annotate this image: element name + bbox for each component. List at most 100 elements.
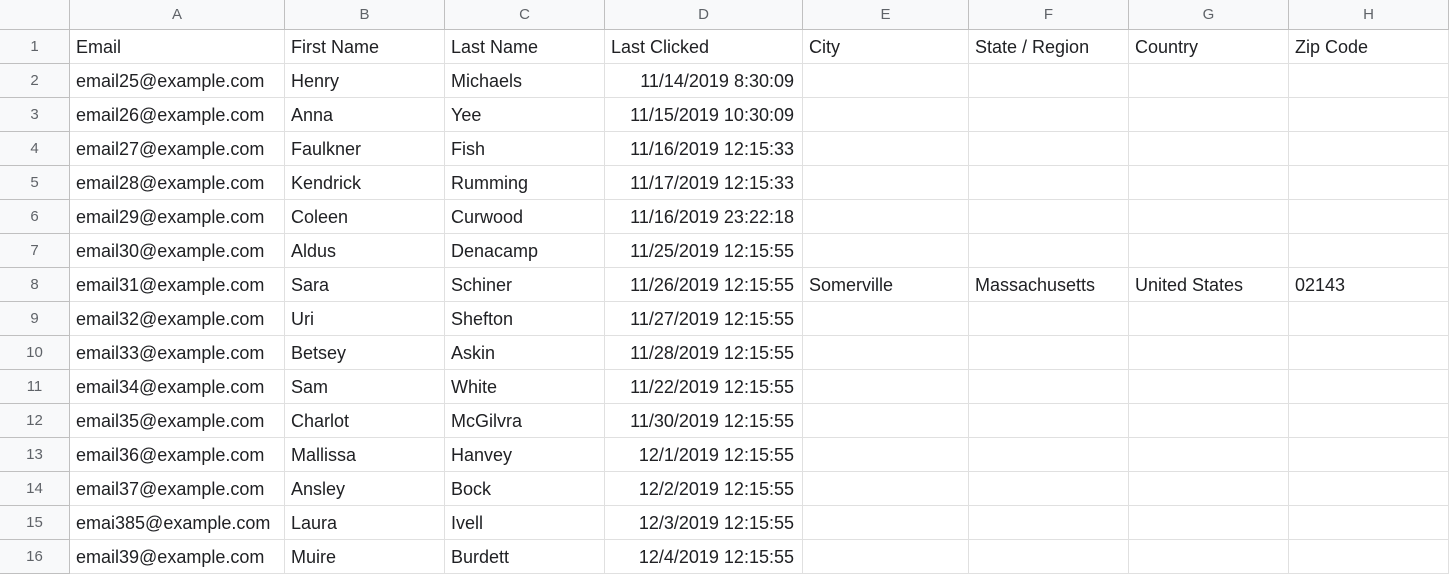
row-header-11[interactable]: 11 <box>0 370 70 404</box>
cell-B16[interactable]: Muire <box>285 540 445 574</box>
cell-G14[interactable] <box>1129 472 1289 506</box>
col-header-H[interactable]: H <box>1289 0 1449 30</box>
cell-C7[interactable]: Denacamp <box>445 234 605 268</box>
cell-B13[interactable]: Mallissa <box>285 438 445 472</box>
cell-C15[interactable]: Ivell <box>445 506 605 540</box>
cell-G4[interactable] <box>1129 132 1289 166</box>
cell-E2[interactable] <box>803 64 969 98</box>
cell-H7[interactable] <box>1289 234 1449 268</box>
cell-H8[interactable]: 02143 <box>1289 268 1449 302</box>
cell-H16[interactable] <box>1289 540 1449 574</box>
cell-A4[interactable]: email27@example.com <box>70 132 285 166</box>
cell-F11[interactable] <box>969 370 1129 404</box>
cell-F9[interactable] <box>969 302 1129 336</box>
cell-F14[interactable] <box>969 472 1129 506</box>
cell-F7[interactable] <box>969 234 1129 268</box>
cell-H4[interactable] <box>1289 132 1449 166</box>
cell-C5[interactable]: Rumming <box>445 166 605 200</box>
cell-A5[interactable]: email28@example.com <box>70 166 285 200</box>
row-header-16[interactable]: 16 <box>0 540 70 574</box>
cell-G12[interactable] <box>1129 404 1289 438</box>
cell-C9[interactable]: Shefton <box>445 302 605 336</box>
cell-C4[interactable]: Fish <box>445 132 605 166</box>
cell-A15[interactable]: emai385@example.com <box>70 506 285 540</box>
cell-B3[interactable]: Anna <box>285 98 445 132</box>
cell-E16[interactable] <box>803 540 969 574</box>
cell-B15[interactable]: Laura <box>285 506 445 540</box>
row-header-8[interactable]: 8 <box>0 268 70 302</box>
col-header-G[interactable]: G <box>1129 0 1289 30</box>
cell-F12[interactable] <box>969 404 1129 438</box>
cell-G3[interactable] <box>1129 98 1289 132</box>
cell-G7[interactable] <box>1129 234 1289 268</box>
cell-C10[interactable]: Askin <box>445 336 605 370</box>
cell-A14[interactable]: email37@example.com <box>70 472 285 506</box>
cell-D7[interactable]: 11/25/2019 12:15:55 <box>605 234 803 268</box>
cell-F8[interactable]: Massachusetts <box>969 268 1129 302</box>
row-header-10[interactable]: 10 <box>0 336 70 370</box>
cell-D1[interactable]: Last Clicked <box>605 30 803 64</box>
cell-C14[interactable]: Bock <box>445 472 605 506</box>
cell-F10[interactable] <box>969 336 1129 370</box>
cell-E8[interactable]: Somerville <box>803 268 969 302</box>
cell-D16[interactable]: 12/4/2019 12:15:55 <box>605 540 803 574</box>
cell-G6[interactable] <box>1129 200 1289 234</box>
cell-G2[interactable] <box>1129 64 1289 98</box>
cell-B8[interactable]: Sara <box>285 268 445 302</box>
cell-D2[interactable]: 11/14/2019 8:30:09 <box>605 64 803 98</box>
cell-D15[interactable]: 12/3/2019 12:15:55 <box>605 506 803 540</box>
cell-E4[interactable] <box>803 132 969 166</box>
cell-C1[interactable]: Last Name <box>445 30 605 64</box>
cell-H9[interactable] <box>1289 302 1449 336</box>
row-header-12[interactable]: 12 <box>0 404 70 438</box>
col-header-C[interactable]: C <box>445 0 605 30</box>
row-header-9[interactable]: 9 <box>0 302 70 336</box>
cell-D12[interactable]: 11/30/2019 12:15:55 <box>605 404 803 438</box>
cell-A6[interactable]: email29@example.com <box>70 200 285 234</box>
cell-C13[interactable]: Hanvey <box>445 438 605 472</box>
cell-E9[interactable] <box>803 302 969 336</box>
cell-C12[interactable]: McGilvra <box>445 404 605 438</box>
cell-H5[interactable] <box>1289 166 1449 200</box>
cell-B9[interactable]: Uri <box>285 302 445 336</box>
cell-E10[interactable] <box>803 336 969 370</box>
cell-G13[interactable] <box>1129 438 1289 472</box>
cell-F15[interactable] <box>969 506 1129 540</box>
cell-A7[interactable]: email30@example.com <box>70 234 285 268</box>
cell-C6[interactable]: Curwood <box>445 200 605 234</box>
cell-D5[interactable]: 11/17/2019 12:15:33 <box>605 166 803 200</box>
cell-A9[interactable]: email32@example.com <box>70 302 285 336</box>
cell-G15[interactable] <box>1129 506 1289 540</box>
cell-A13[interactable]: email36@example.com <box>70 438 285 472</box>
row-header-15[interactable]: 15 <box>0 506 70 540</box>
row-header-6[interactable]: 6 <box>0 200 70 234</box>
cell-F13[interactable] <box>969 438 1129 472</box>
cell-D6[interactable]: 11/16/2019 23:22:18 <box>605 200 803 234</box>
cell-B14[interactable]: Ansley <box>285 472 445 506</box>
cell-F16[interactable] <box>969 540 1129 574</box>
cell-H10[interactable] <box>1289 336 1449 370</box>
col-header-D[interactable]: D <box>605 0 803 30</box>
col-header-E[interactable]: E <box>803 0 969 30</box>
row-header-5[interactable]: 5 <box>0 166 70 200</box>
cell-A3[interactable]: email26@example.com <box>70 98 285 132</box>
row-header-13[interactable]: 13 <box>0 438 70 472</box>
cell-F3[interactable] <box>969 98 1129 132</box>
col-header-B[interactable]: B <box>285 0 445 30</box>
cell-A1[interactable]: Email <box>70 30 285 64</box>
cell-H1[interactable]: Zip Code <box>1289 30 1449 64</box>
cell-C2[interactable]: Michaels <box>445 64 605 98</box>
cell-B2[interactable]: Henry <box>285 64 445 98</box>
row-header-1[interactable]: 1 <box>0 30 70 64</box>
cell-D13[interactable]: 12/1/2019 12:15:55 <box>605 438 803 472</box>
cell-E15[interactable] <box>803 506 969 540</box>
col-header-F[interactable]: F <box>969 0 1129 30</box>
cell-E7[interactable] <box>803 234 969 268</box>
cell-A11[interactable]: email34@example.com <box>70 370 285 404</box>
cell-B1[interactable]: First Name <box>285 30 445 64</box>
cell-H14[interactable] <box>1289 472 1449 506</box>
cell-C8[interactable]: Schiner <box>445 268 605 302</box>
cell-E6[interactable] <box>803 200 969 234</box>
cell-F1[interactable]: State / Region <box>969 30 1129 64</box>
cell-A8[interactable]: email31@example.com <box>70 268 285 302</box>
